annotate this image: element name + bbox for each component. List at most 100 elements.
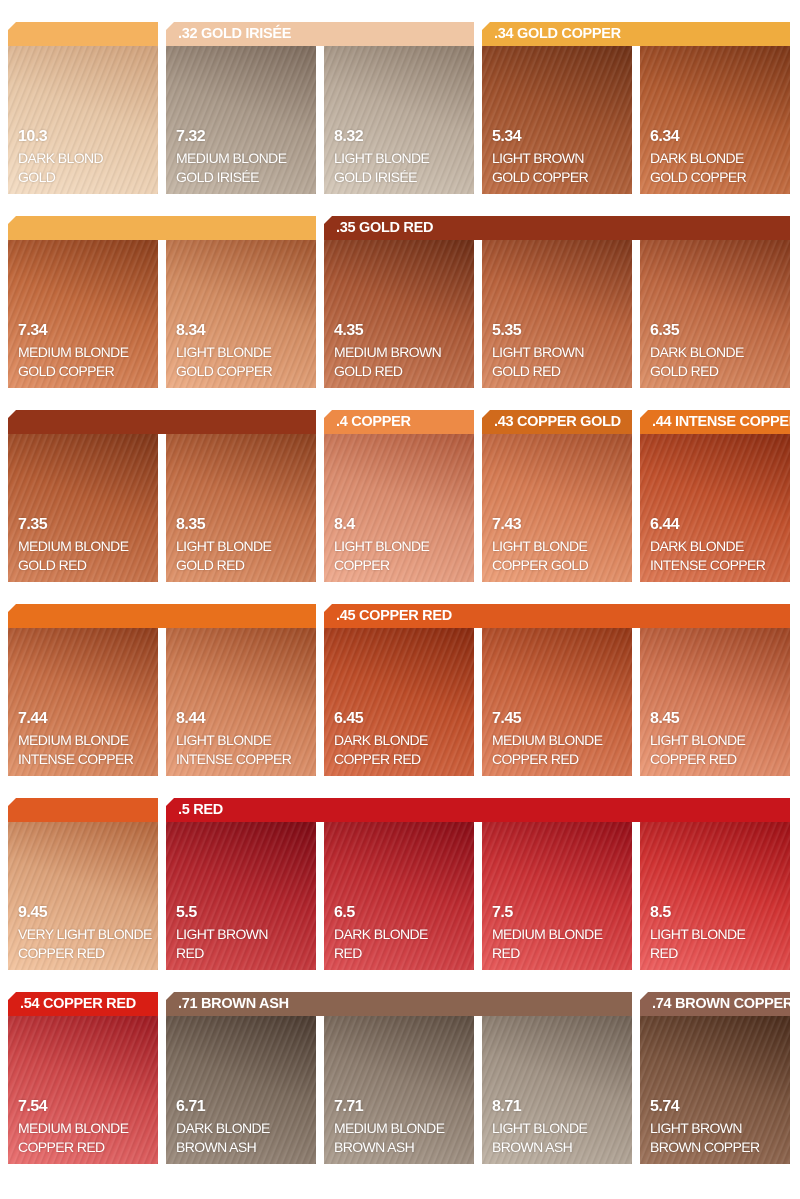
hair-swatch[interactable]: 7.43 LIGHT BLONDE COPPER GOLD [482,434,632,582]
shade-name-line1: LIGHT BLONDE [492,1120,588,1136]
hair-swatch[interactable]: 7.71 MEDIUM BLONDE BROWN ASH [324,1016,474,1164]
hair-swatch[interactable]: 7.35 MEDIUM BLONDE GOLD RED [8,434,158,582]
shade-family-tab: .32 GOLD IRISÉE [166,22,474,46]
shade-name: LIGHT BLONDE RED [650,925,746,963]
hair-swatch[interactable]: 7.34 MEDIUM BLONDE GOLD COPPER [8,240,158,388]
shade-code: 6.5 [334,904,355,921]
hair-swatch[interactable]: 5.34 LIGHT BROWN GOLD COPPER [482,46,632,194]
shade-name-line1: MEDIUM BLONDE [18,538,129,554]
hair-swatch[interactable]: 7.44 MEDIUM BLONDE INTENSE COPPER [8,628,158,776]
shade-name-line1: MEDIUM BLONDE [492,732,603,748]
shade-name-line1: MEDIUM BLONDE [18,1120,129,1136]
shade-name-line1: MEDIUM BROWN [334,344,442,360]
shade-family-tab: .45 COPPER RED [324,604,790,628]
shade-name-line2: GOLD RED [176,557,245,573]
shade-name-line1: LIGHT BLONDE [650,926,746,942]
hair-swatch[interactable]: 8.5 LIGHT BLONDE RED [640,822,790,970]
shade-name-line1: DARK BLONDE [176,1120,270,1136]
hair-swatch[interactable]: 4.35 MEDIUM BROWN GOLD RED [324,240,474,388]
shade-name: MEDIUM BLONDE GOLD IRISÉE [176,149,287,187]
shade-name: LIGHT BROWN BROWN COPPER [650,1119,760,1157]
shade-code: 7.71 [334,1098,364,1115]
shade-name-line2: GOLD IRISÉE [176,169,259,185]
hair-swatch[interactable]: 6.5 DARK BLONDE RED [324,822,474,970]
shade-name: LIGHT BLONDE GOLD COPPER [176,343,273,381]
hair-swatch[interactable]: 6.44 DARK BLONDE INTENSE COPPER [640,434,790,582]
shade-name-line1: LIGHT BLONDE [334,538,430,554]
shade-code: 8.45 [650,710,680,727]
shade-code: 7.35 [18,516,48,533]
shade-name: DARK BLONDE INTENSE COPPER [650,537,766,575]
shade-family-tab: .4 COPPER [324,410,474,434]
shade-name-line2: GOLD RED [18,557,87,573]
shade-name: LIGHT BROWN GOLD RED [492,343,585,381]
hair-swatch[interactable]: 7.32 MEDIUM BLONDE GOLD IRISÉE [166,46,316,194]
shade-name-line1: LIGHT BLONDE [492,538,588,554]
shade-name-line1: LIGHT BLONDE [176,344,272,360]
shade-name: MEDIUM BLONDE INTENSE COPPER [18,731,134,769]
hair-swatch[interactable]: 6.35 DARK BLONDE GOLD RED [640,240,790,388]
shade-name-line1: MEDIUM BLONDE [334,1120,445,1136]
hair-swatch[interactable]: 7.45 MEDIUM BLONDE COPPER RED [482,628,632,776]
hair-swatch[interactable]: 8.45 LIGHT BLONDE COPPER RED [640,628,790,776]
hair-swatch[interactable]: 9.45 VERY LIGHT BLONDE COPPER RED [8,822,158,970]
hair-swatch[interactable]: 7.5 MEDIUM BLONDE RED [482,822,632,970]
shade-code: 8.44 [176,710,206,727]
shade-code: 8.34 [176,322,206,339]
swatch-row: .54 COPPER RED .71 BROWN ASH .74 BROWN COP… [0,970,800,1164]
shade-code: 6.34 [650,128,680,145]
shade-name-line2: RED [650,945,678,961]
shade-family-tab: .54 COPPER RED [8,992,158,1016]
hair-swatch[interactable]: 6.45 DARK BLONDE COPPER RED [324,628,474,776]
shade-family-tab: .74 BROWN COPPER [640,992,790,1016]
hair-swatch[interactable]: 10.3 DARK BLOND GOLD [8,46,158,194]
shade-name-line1: LIGHT BROWN [492,150,585,166]
hair-swatch[interactable]: 8.44 LIGHT BLONDE INTENSE COPPER [166,628,316,776]
shade-name: DARK BLONDE BROWN ASH [176,1119,270,1157]
shade-name-line2: COPPER GOLD [492,557,589,573]
shade-name-line2: GOLD RED [492,363,561,379]
shade-code: 10.3 [18,128,48,145]
shade-code: 9.45 [18,904,48,921]
hair-swatch[interactable]: 5.74 LIGHT BROWN BROWN COPPER [640,1016,790,1164]
shade-name-line2: COPPER RED [650,751,737,767]
hair-swatch[interactable]: 8.4 LIGHT BLONDE COPPER [324,434,474,582]
shade-name-line1: DARK BLONDE [334,926,428,942]
hair-swatch[interactable]: 7.54 MEDIUM BLONDE COPPER RED [8,1016,158,1164]
shade-name-line2: GOLD COPPER [176,363,273,379]
shade-name-line2: GOLD COPPER [650,169,747,185]
hair-swatch[interactable]: 6.71 DARK BLONDE BROWN ASH [166,1016,316,1164]
shade-code: 5.35 [492,322,522,339]
shade-code: 8.71 [492,1098,522,1115]
hair-swatch[interactable]: 6.34 DARK BLONDE GOLD COPPER [640,46,790,194]
hair-swatch[interactable]: 8.35 LIGHT BLONDE GOLD RED [166,434,316,582]
shade-name-line2: COPPER RED [18,945,105,961]
shade-name: LIGHT BROWN RED [176,925,269,963]
shade-name: MEDIUM BLONDE BROWN ASH [334,1119,445,1157]
hair-swatch[interactable]: 8.34 LIGHT BLONDE GOLD COPPER [166,240,316,388]
hair-swatch[interactable]: 8.32 LIGHT BLONDE GOLD IRISÉE [324,46,474,194]
shade-code: 8.4 [334,516,355,533]
shade-name-line1: DARK BLOND [18,150,104,166]
shade-family-tab-continued [8,410,316,434]
hair-swatch[interactable]: 8.71 LIGHT BLONDE BROWN ASH [482,1016,632,1164]
swatch-row: .45 COPPER RED 7.44 MEDIUM BLONDE INTENSE C… [0,582,800,776]
shade-name-line2: BROWN ASH [176,1139,257,1155]
shade-code: 7.5 [492,904,513,921]
shade-name-line1: DARK BLONDE [650,344,744,360]
shade-family-tab: .44 INTENSE COPPER [640,410,790,434]
hair-swatch[interactable]: 5.5 LIGHT BROWN RED [166,822,316,970]
shade-code: 7.34 [18,322,48,339]
shade-code: 7.45 [492,710,522,727]
shade-name-line2: GOLD COPPER [18,363,115,379]
shade-name-line2: GOLD [18,169,56,185]
hair-swatch[interactable]: 5.35 LIGHT BROWN GOLD RED [482,240,632,388]
shade-name-line2: GOLD COPPER [492,169,589,185]
shade-name: DARK BLONDE GOLD COPPER [650,149,747,187]
shade-name-line1: LIGHT BROWN [176,926,269,942]
swatch-row: .4 COPPER .43 COPPER GOLD .44 INTENSE COPP… [0,388,800,582]
shade-name: MEDIUM BLONDE COPPER RED [492,731,603,769]
shade-name: LIGHT BLONDE GOLD IRISÉE [334,149,430,187]
shade-name-line2: BROWN ASH [492,1139,573,1155]
shade-name-line1: LIGHT BLONDE [650,732,746,748]
